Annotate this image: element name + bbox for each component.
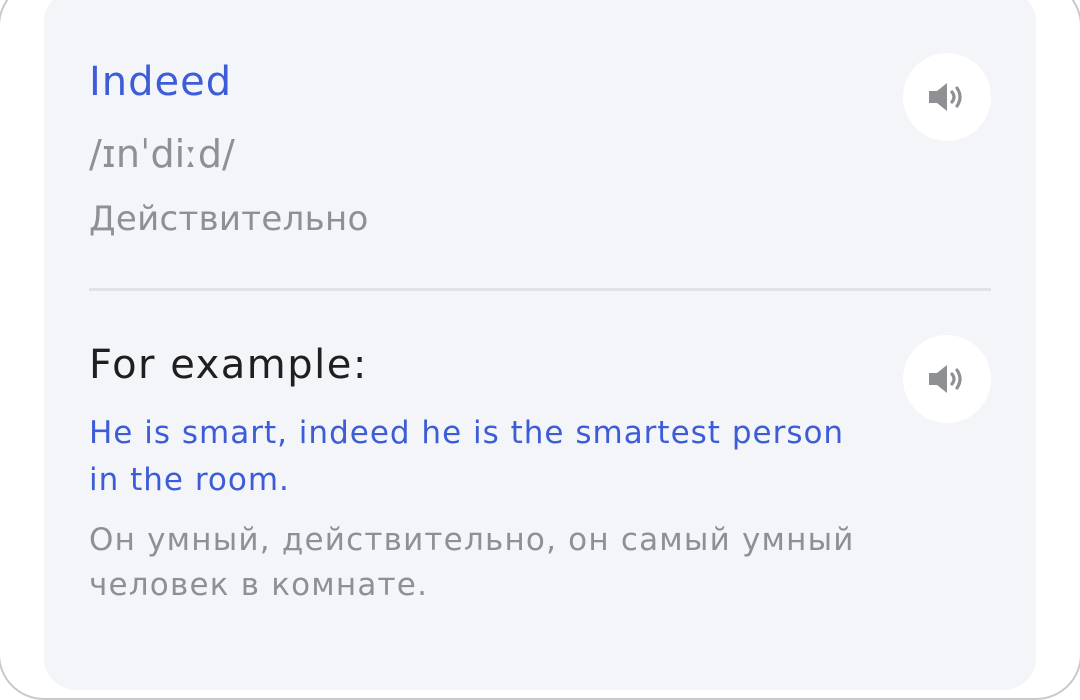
speaker-icon (929, 365, 962, 393)
word-translation: Действительно (89, 199, 369, 239)
example-heading: For example: (89, 342, 368, 388)
word-title: Indeed (89, 59, 233, 105)
example-sentence-translation: Он умный, действительно, он самый умный … (89, 522, 855, 603)
speaker-icon (929, 83, 962, 111)
section-divider (89, 288, 991, 291)
word-transcription: /ɪnˈdiːd/ (89, 132, 235, 176)
example-sentence-english: He is smart, indeed he is the smartest p… (89, 415, 845, 498)
play-example-sound-button[interactable] (903, 335, 991, 423)
play-word-sound-button[interactable] (903, 53, 991, 141)
